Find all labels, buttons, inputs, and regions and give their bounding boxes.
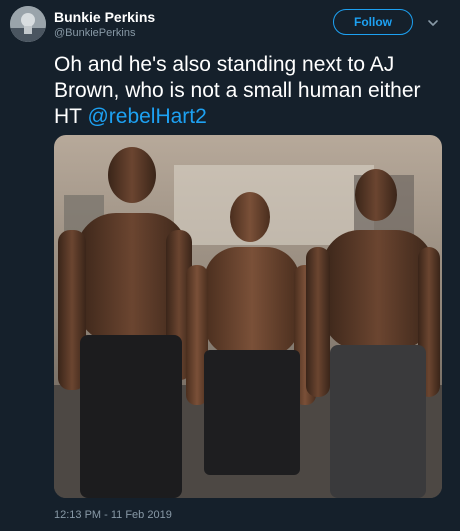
tweet-photo[interactable] <box>54 135 442 498</box>
mention-link[interactable]: @rebelHart2 <box>87 105 206 128</box>
author-name[interactable]: Bunkie Perkins <box>54 9 155 25</box>
gym-photo-image <box>54 135 442 498</box>
chevron-down-icon[interactable] <box>426 16 440 30</box>
author-handle[interactable]: @BunkiePerkins <box>54 27 135 39</box>
avatar[interactable] <box>10 6 46 42</box>
follow-button[interactable]: Follow <box>333 9 413 35</box>
tweet-text: Oh and he's also standing next to AJ Bro… <box>54 52 450 130</box>
profile-avatar-icon <box>10 6 46 42</box>
tweet-timestamp[interactable]: 12:13 PM - 11 Feb 2019 <box>54 509 172 521</box>
